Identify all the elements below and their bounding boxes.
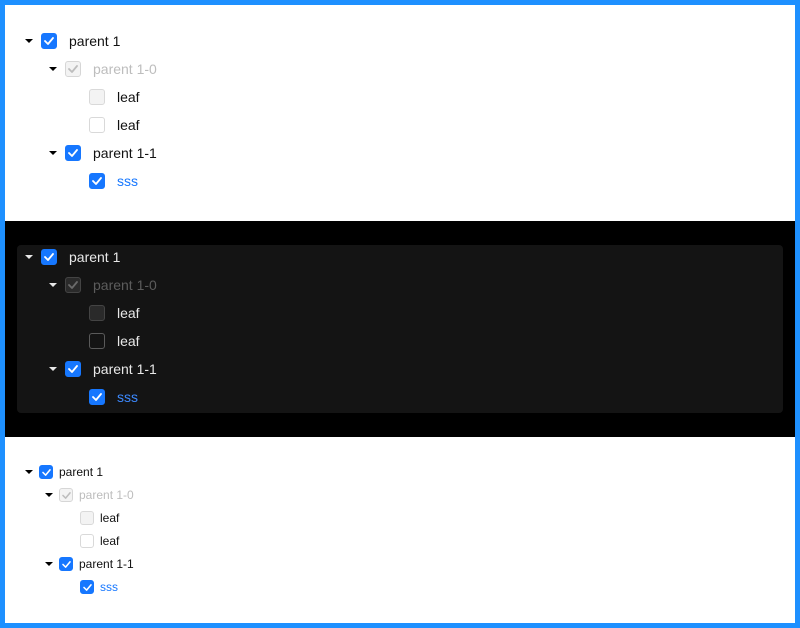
check-icon	[92, 177, 102, 185]
checkbox-disabled	[89, 89, 105, 105]
caret-down-icon[interactable]	[49, 367, 57, 371]
checkbox-checked[interactable]	[41, 33, 57, 49]
checkbox-checked[interactable]	[39, 465, 53, 479]
check-icon	[41, 468, 51, 476]
tree-node-label[interactable]: sss	[117, 173, 138, 189]
caret-down-icon[interactable]	[25, 255, 33, 259]
checkbox-checked-disabled	[65, 277, 81, 293]
tree-node-label[interactable]: sss	[117, 389, 138, 405]
check-icon	[82, 583, 92, 591]
caret-down-icon[interactable]	[49, 151, 57, 155]
check-icon	[68, 149, 78, 157]
checkbox-checked-disabled	[65, 61, 81, 77]
tree-node-parent-1[interactable]: parent 1	[25, 249, 120, 265]
tree-node-leaf: leaf	[80, 511, 119, 525]
checkbox-unchecked[interactable]	[80, 534, 94, 548]
tree-node-leaf: leaf	[89, 89, 140, 105]
checkbox-checked[interactable]	[80, 580, 94, 594]
caret-down-icon[interactable]	[49, 67, 57, 71]
tree-dark-section: parent 1 parent 1-0 leaf leaf parent 1-1…	[5, 221, 795, 437]
check-icon	[68, 365, 78, 373]
checkbox-disabled	[89, 305, 105, 321]
tree-node-parent-1-0[interactable]: parent 1-0	[45, 488, 134, 502]
tree-node-label: leaf	[117, 89, 140, 105]
caret-down-icon[interactable]	[25, 39, 33, 43]
tree-node-label: parent 1-1	[93, 145, 157, 161]
tree-node-label[interactable]: sss	[100, 580, 118, 594]
tree-node-parent-1-0[interactable]: parent 1-0	[49, 61, 157, 77]
tree-node-leaf: leaf	[89, 305, 140, 321]
caret-down-icon[interactable]	[45, 493, 53, 497]
check-icon	[61, 560, 71, 568]
checkbox-checked[interactable]	[65, 361, 81, 377]
checkbox-checked[interactable]	[89, 173, 105, 189]
tree-node-label: parent 1	[69, 249, 121, 265]
tree-node-parent-1-0[interactable]: parent 1-0	[49, 277, 157, 293]
tree-node-label: leaf	[100, 511, 120, 525]
tree-node-label: parent 1-1	[93, 361, 157, 377]
check-icon	[92, 393, 102, 401]
tree-node-label: leaf	[100, 534, 120, 548]
tree-node-leaf[interactable]: leaf	[80, 534, 119, 548]
check-icon	[44, 253, 54, 261]
caret-down-icon[interactable]	[45, 562, 53, 566]
tree-node-leaf[interactable]: leaf	[89, 333, 140, 349]
tree-node-parent-1[interactable]: parent 1	[25, 33, 120, 49]
checkbox-unchecked[interactable]	[89, 117, 105, 133]
tree-node-sss[interactable]: sss	[80, 580, 118, 594]
checkbox-checked[interactable]	[41, 249, 57, 265]
check-icon	[44, 37, 54, 45]
tree-node-label: parent 1-0	[79, 488, 134, 502]
checkbox-checked[interactable]	[89, 389, 105, 405]
tree-node-sss[interactable]: sss	[89, 173, 138, 189]
tree-node-parent-1-1[interactable]: parent 1-1	[49, 361, 157, 377]
checkbox-checked[interactable]	[59, 557, 73, 571]
tree-node-label: parent 1-1	[79, 557, 134, 571]
check-icon	[68, 281, 78, 289]
check-icon	[68, 65, 78, 73]
tree-light-default: parent 1 parent 1-0 leaf leaf parent 1-1	[5, 5, 795, 221]
tree-node-parent-1-1[interactable]: parent 1-1	[45, 557, 134, 571]
checkbox-disabled	[80, 511, 94, 525]
app-frame: parent 1 parent 1-0 leaf leaf parent 1-1	[0, 0, 800, 628]
checkbox-unchecked[interactable]	[89, 333, 105, 349]
caret-down-icon[interactable]	[49, 283, 57, 287]
tree-node-leaf[interactable]: leaf	[89, 117, 140, 133]
tree-node-label: leaf	[117, 305, 140, 321]
tree-node-label: parent 1-0	[93, 61, 157, 77]
checkbox-checked-disabled	[59, 488, 73, 502]
tree-node-parent-1[interactable]: parent 1	[25, 465, 103, 479]
tree-node-label: leaf	[117, 117, 140, 133]
tree-node-label: parent 1	[69, 33, 121, 49]
tree-node-parent-1-1[interactable]: parent 1-1	[49, 145, 157, 161]
tree-node-label: leaf	[117, 333, 140, 349]
tree-dark-default: parent 1 parent 1-0 leaf leaf parent 1-1…	[17, 245, 783, 413]
tree-node-sss[interactable]: sss	[89, 389, 138, 405]
caret-down-icon[interactable]	[25, 470, 33, 474]
tree-node-label: parent 1	[59, 465, 104, 479]
tree-node-label: parent 1-0	[93, 277, 157, 293]
tree-light-small: parent 1 parent 1-0 leaf leaf parent 1-1	[5, 437, 795, 623]
checkbox-checked[interactable]	[65, 145, 81, 161]
check-icon	[61, 491, 71, 499]
